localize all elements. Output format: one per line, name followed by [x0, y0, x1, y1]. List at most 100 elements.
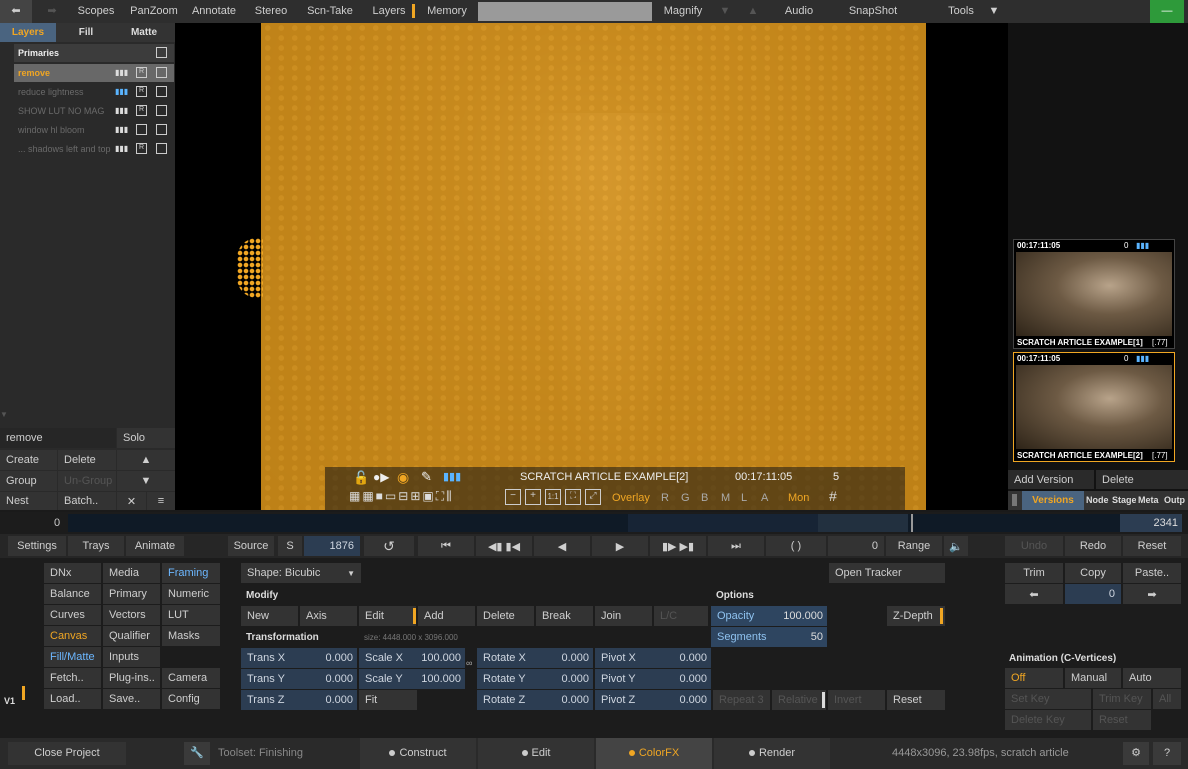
rotate-z-field[interactable]: Rotate Z 0.000: [477, 690, 593, 710]
trim-key-button[interactable]: Trim Key: [1093, 689, 1151, 709]
gear-icon[interactable]: ⚙: [1123, 742, 1149, 765]
up-arrow-icon[interactable]: ▲: [742, 0, 764, 23]
layer-toggle[interactable]: [156, 124, 167, 135]
next-arrow-icon[interactable]: ➡: [1123, 584, 1181, 604]
timeline[interactable]: 0 2341: [0, 512, 1188, 534]
minus-icon[interactable]: −: [505, 489, 521, 505]
one-to-one-icon[interactable]: 1:1: [545, 489, 561, 505]
layer-toggle[interactable]: [156, 67, 167, 78]
shape-reset-button[interactable]: Reset: [887, 690, 945, 710]
plus-icon[interactable]: +: [525, 489, 541, 505]
menu-primary[interactable]: Primary: [103, 584, 160, 604]
scopes-button[interactable]: Scopes: [72, 0, 120, 23]
tab-stage[interactable]: Stage: [1112, 491, 1136, 510]
anim-reset-button[interactable]: Reset: [1093, 710, 1151, 730]
trim-button[interactable]: Trim: [1005, 563, 1063, 583]
layer-row-shadows[interactable]: ... shadows left and top ▮▮▮ R: [14, 140, 174, 158]
tools-dropdown-icon[interactable]: ▼: [984, 0, 1004, 23]
pen-icon[interactable]: ✎: [421, 469, 432, 485]
settings-button[interactable]: Settings: [8, 536, 66, 556]
tab-colorfx[interactable]: ColorFX: [596, 738, 712, 769]
version-thumbnail-1[interactable]: 00:17:11:05 0 ▮▮▮ SCRATCH ARTICLE EXAMPL…: [1013, 239, 1175, 349]
layer-row-remove[interactable]: remove ▮▮▮ R: [14, 64, 174, 82]
group-button[interactable]: Group: [0, 471, 57, 491]
shape-dropdown[interactable]: Shape: Bicubic ▼: [241, 563, 361, 583]
undo-button[interactable]: Undo: [1005, 536, 1063, 556]
channel-b[interactable]: B: [701, 492, 708, 504]
menu-qualifier[interactable]: Qualifier: [103, 626, 160, 646]
tab-edit[interactable]: Edit: [478, 738, 594, 769]
animate-button[interactable]: Animate: [126, 536, 184, 556]
mon-toggle[interactable]: Mon: [788, 492, 809, 504]
z-depth-button[interactable]: Z-Depth: [887, 606, 945, 626]
tab-versions[interactable]: Versions: [1022, 491, 1084, 510]
delete-button[interactable]: Delete: [477, 606, 534, 626]
memory-button[interactable]: Memory: [420, 0, 474, 23]
break-button[interactable]: Break: [536, 606, 593, 626]
delete-version-button[interactable]: Delete: [1096, 470, 1188, 489]
panel-handle[interactable]: [1012, 494, 1017, 506]
solo-button[interactable]: Solo: [117, 428, 175, 448]
paste-button[interactable]: Paste..: [1123, 563, 1181, 583]
s-button[interactable]: S: [278, 536, 302, 556]
stereo-button[interactable]: Stereo: [248, 0, 294, 23]
scn-take-button[interactable]: Scn-Take: [300, 0, 360, 23]
menu-fetch[interactable]: Fetch..: [44, 668, 101, 688]
snapshot-button[interactable]: SnapShot: [836, 0, 910, 23]
ungroup-button[interactable]: Un-Group: [58, 471, 116, 491]
mask-bulge[interactable]: [237, 238, 263, 298]
prev-key-icon[interactable]: ◀▮ ▮◀: [476, 536, 532, 556]
anim-off-button[interactable]: Off: [1005, 668, 1063, 688]
segments-field[interactable]: Segments 50: [711, 627, 827, 647]
pivot-z-field[interactable]: Pivot Z 0.000: [595, 690, 711, 710]
menu-icon[interactable]: ≡: [147, 492, 175, 510]
trans-z-field[interactable]: Trans Z 0.000: [241, 690, 357, 710]
step-value-field[interactable]: 0: [1065, 584, 1121, 604]
r-toggle[interactable]: [136, 124, 147, 135]
join-button[interactable]: Join: [595, 606, 652, 626]
all-button[interactable]: All: [1153, 689, 1181, 709]
edit-button[interactable]: Edit: [359, 606, 416, 626]
menu-plugins[interactable]: Plug-ins..: [103, 668, 160, 688]
panzoom-button[interactable]: PanZoom: [126, 0, 182, 23]
layer-toggle[interactable]: [156, 143, 167, 154]
menu-masks[interactable]: Masks: [162, 626, 220, 646]
channel-r[interactable]: R: [661, 492, 669, 504]
r-toggle[interactable]: R: [136, 143, 147, 154]
layer-toggle[interactable]: [156, 105, 167, 116]
axis-button[interactable]: Axis: [300, 606, 357, 626]
set-key-button[interactable]: Set Key: [1005, 689, 1091, 709]
wrench-icon[interactable]: 🔧: [184, 742, 210, 765]
fit-button[interactable]: Fit: [359, 690, 417, 710]
tab-construct[interactable]: Construct: [360, 738, 476, 769]
version-thumbnail-2[interactable]: 00:17:11:05 0 ▮▮▮ SCRATCH ARTICLE EXAMPL…: [1013, 352, 1175, 462]
play-icon[interactable]: ▶: [592, 536, 648, 556]
grid-icon[interactable]: #: [829, 488, 837, 504]
range-value[interactable]: 0: [828, 536, 884, 556]
down-arrow-icon[interactable]: ▼: [714, 0, 736, 23]
scale-x-field[interactable]: Scale X 100.000: [359, 648, 465, 668]
menu-load[interactable]: Load..: [44, 689, 101, 709]
tab-render[interactable]: Render: [714, 738, 830, 769]
menu-balance[interactable]: Balance: [44, 584, 101, 604]
primaries-toggle[interactable]: [156, 47, 167, 58]
r-toggle[interactable]: R: [136, 67, 147, 78]
redo-button[interactable]: Redo: [1065, 536, 1121, 556]
menu-config[interactable]: Config: [162, 689, 220, 709]
pivot-x-field[interactable]: Pivot X 0.000: [595, 648, 711, 668]
tools-button[interactable]: Tools: [940, 0, 982, 23]
play-record-icon[interactable]: ●▶: [373, 470, 389, 484]
tab-node[interactable]: Node: [1086, 491, 1110, 510]
reset-button[interactable]: Reset: [1123, 536, 1181, 556]
globe-icon[interactable]: ◉: [397, 469, 409, 486]
open-tracker-button[interactable]: Open Tracker: [829, 563, 945, 583]
menu-dnx[interactable]: DNx: [44, 563, 101, 583]
trans-y-field[interactable]: Trans Y 0.000: [241, 669, 357, 689]
menu-media[interactable]: Media: [103, 563, 160, 583]
delete-layer-button[interactable]: Delete: [58, 450, 116, 470]
go-end-icon[interactable]: ⏭: [708, 536, 764, 556]
frame-field[interactable]: 1876: [304, 536, 360, 556]
fit-icon[interactable]: ⛶: [565, 489, 581, 505]
lock-icon[interactable]: 🔓: [353, 470, 369, 486]
rotate-x-field[interactable]: Rotate X 0.000: [477, 648, 593, 668]
